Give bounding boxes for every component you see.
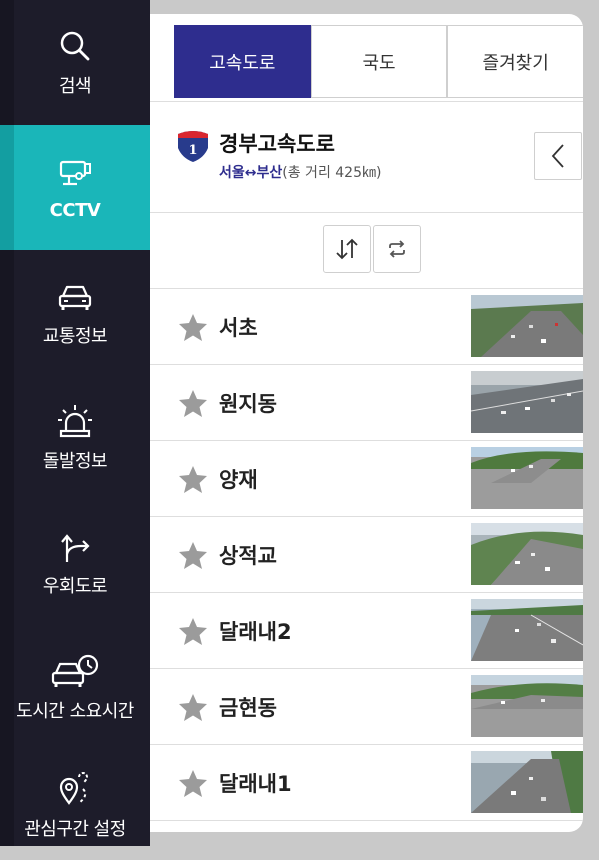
location-route-icon (55, 769, 95, 809)
divider (150, 101, 583, 102)
route-ends: 서울↔부산 (219, 165, 283, 181)
divider (150, 212, 583, 213)
nav-item-incident-info[interactable]: 돌발정보 (0, 375, 150, 499)
favorite-star-icon[interactable] (178, 313, 208, 341)
cctv-thumbnail[interactable] (471, 371, 583, 433)
route-name: 경부고속도로 (219, 132, 335, 156)
cctv-list-item[interactable]: 달래내1 (150, 744, 583, 820)
favorite-star-icon[interactable] (178, 389, 208, 417)
detour-arrow-icon (55, 526, 95, 566)
nav-label-detour: 우회도로 (42, 576, 108, 597)
cctv-name: 상적교 (219, 544, 277, 568)
cctv-list-item[interactable]: 달래내2 (150, 592, 583, 668)
favorite-star-icon[interactable] (178, 465, 208, 493)
cctv-thumbnail[interactable] (471, 295, 583, 357)
cctv-list: 서초원지동양재상적교달래내2 금현동달래내1 (150, 288, 583, 832)
search-icon (55, 26, 95, 66)
cctv-name: 양재 (219, 468, 258, 492)
route-header: 1 경부고속도로 서울↔부산(총 거리 425㎞) (176, 128, 576, 188)
tab-national-road[interactable]: 국도 (310, 25, 448, 98)
nav-label-search: 검색 (58, 76, 92, 97)
cctv-list-item-partial (150, 820, 583, 832)
chevron-left-icon (551, 144, 564, 168)
nav-label-incident-info: 돌발정보 (42, 451, 108, 472)
list-tools (323, 225, 421, 273)
sort-arrows-icon (336, 238, 358, 260)
tab-favorites[interactable]: 즐겨찾기 (447, 25, 583, 98)
cctv-name: 금현동 (219, 696, 277, 720)
cctv-list-item[interactable]: 원지동 (150, 364, 583, 440)
tab-expressway[interactable]: 고속도로 (174, 25, 311, 98)
cctv-list-item[interactable]: 금현동 (150, 668, 583, 744)
shield-number: 1 (188, 143, 197, 158)
nav-label-cctv: CCTV (49, 200, 101, 221)
siren-icon (55, 401, 95, 441)
cctv-name: 달래내1 (219, 772, 292, 796)
cctv-thumbnail[interactable] (471, 675, 583, 737)
cctv-list-item[interactable]: 서초 (150, 288, 583, 364)
route-distance: (총 거리 425㎞) (282, 165, 382, 181)
expressway-shield-icon: 1 (176, 128, 210, 162)
nav-item-cctv[interactable]: CCTV (0, 125, 150, 250)
cctv-thumbnail[interactable] (471, 523, 583, 585)
cctv-thumbnail[interactable] (471, 447, 583, 509)
nav-item-traffic-info[interactable]: 교통정보 (0, 250, 150, 374)
car-clock-icon (50, 651, 100, 691)
favorite-star-icon[interactable] (178, 769, 208, 797)
cctv-panel: 고속도로 국도 즐겨찾기 1 경부고속도로 서울↔부산(총 거리 425㎞) 서… (150, 14, 583, 832)
cctv-name: 서초 (219, 316, 258, 340)
favorite-star-icon[interactable] (178, 617, 208, 645)
cctv-name: 원지동 (219, 392, 277, 416)
cctv-list-item[interactable]: 상적교 (150, 516, 583, 592)
cctv-list-item[interactable]: 양재 (150, 440, 583, 516)
nav-item-detour[interactable]: 우회도로 (0, 500, 150, 624)
cctv-thumbnail[interactable] (471, 599, 583, 661)
cctv-camera-icon (55, 154, 95, 194)
collapse-button[interactable] (534, 132, 582, 180)
cctv-name: 달래내2 (219, 620, 292, 644)
nav-item-search[interactable]: 검색 (0, 0, 150, 124)
favorite-star-icon[interactable] (178, 693, 208, 721)
cctv-thumbnail[interactable] (471, 751, 583, 813)
nav-item-interest-section[interactable]: 관심구간 설정 (0, 750, 150, 860)
nav-item-city-travel-time[interactable]: 도시간 소요시간 (0, 625, 150, 749)
road-type-tabs: 고속도로 국도 즐겨찾기 (174, 25, 583, 100)
refresh-button[interactable] (373, 225, 421, 273)
favorite-star-icon[interactable] (178, 541, 208, 569)
sort-direction-button[interactable] (323, 225, 371, 273)
sidebar-nav: 검색 CCTV 교통정보 돌발정보 우회도로 도시간 소요시간 관심구간 설정 (0, 0, 150, 846)
repeat-icon (389, 240, 405, 258)
car-icon (55, 276, 95, 316)
route-subtitle: 서울↔부산(총 거리 425㎞) (219, 162, 381, 182)
nav-label-traffic-info: 교통정보 (42, 326, 108, 347)
nav-label-interest-section: 관심구간 설정 (24, 819, 126, 840)
nav-label-city-travel-time: 도시간 소요시간 (16, 701, 134, 722)
